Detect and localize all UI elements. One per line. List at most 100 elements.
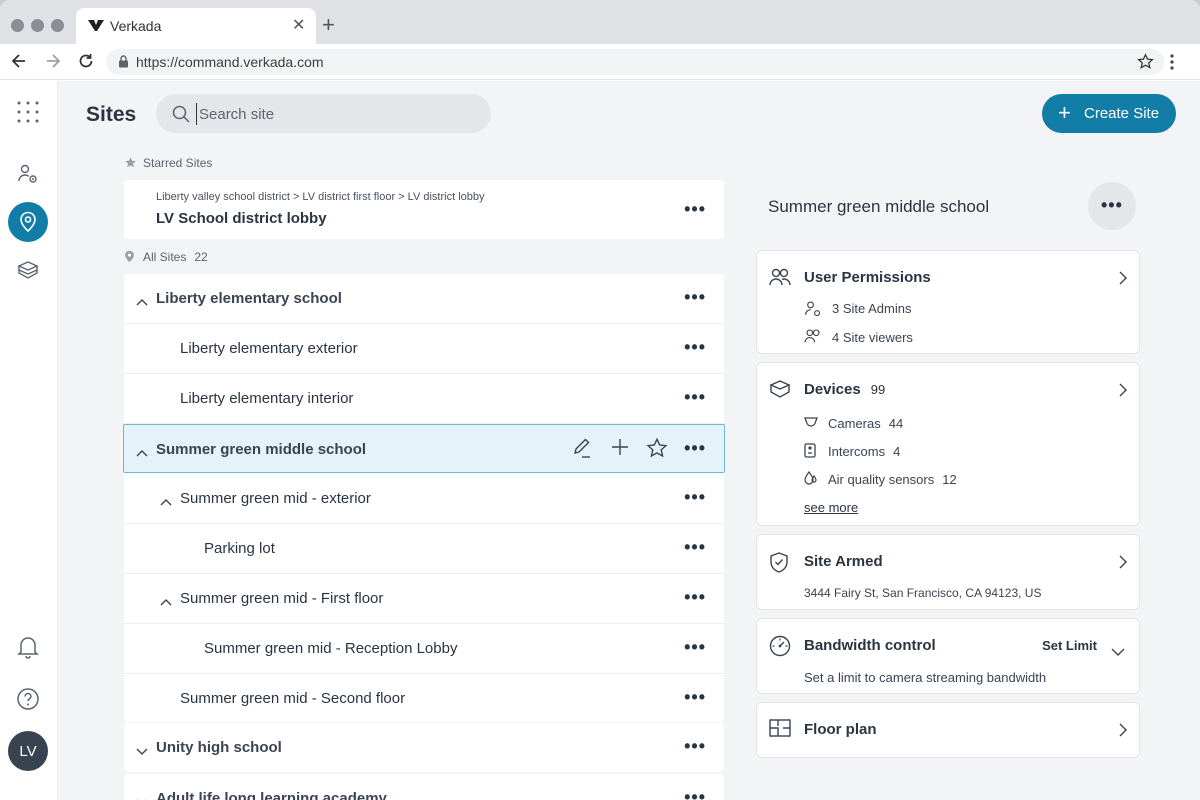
more-options-icon[interactable]: ••• [684, 688, 706, 706]
window-minimize-dot[interactable] [31, 19, 44, 32]
chevron-right-icon[interactable] [1119, 271, 1127, 290]
new-tab-icon[interactable]: + [322, 14, 335, 36]
browser-tab[interactable]: Verkada ✕ [76, 8, 316, 44]
reload-icon[interactable] [77, 52, 95, 75]
site-name: Parking lot [204, 540, 275, 557]
help-icon[interactable] [8, 679, 48, 719]
plus-icon: + [1058, 100, 1071, 125]
more-options-icon[interactable]: ••• [684, 338, 706, 356]
viewers-icon [804, 328, 822, 349]
bookmark-star-icon[interactable] [1137, 53, 1154, 75]
cameras-text[interactable]: Cameras 44 [828, 416, 903, 431]
forward-icon[interactable] [44, 52, 62, 75]
chevron-up-icon[interactable] [136, 293, 148, 311]
back-icon[interactable] [10, 52, 28, 75]
site-viewers-text[interactable]: 4 Site viewers [832, 330, 913, 345]
notification-bell-icon[interactable] [8, 627, 48, 667]
all-sites-count: 22 [194, 250, 208, 264]
more-options-icon[interactable]: ••• [684, 538, 706, 556]
more-options-icon[interactable]: ••• [684, 388, 706, 406]
add-child-plus-icon[interactable] [610, 437, 630, 462]
chevron-down-icon[interactable] [136, 743, 148, 761]
site-name: Unity high school [156, 739, 282, 756]
more-options-icon[interactable]: ••• [684, 638, 706, 656]
address-bar: https://command.verkada.com [0, 44, 1200, 80]
tab-close-icon[interactable]: ✕ [292, 15, 305, 35]
more-options-icon[interactable]: ••• [684, 788, 706, 800]
app-grid-icon[interactable] [8, 92, 48, 132]
sites-location-icon[interactable] [8, 202, 48, 242]
site-row[interactable]: Parking lot ••• [124, 524, 724, 574]
browser-menu-icon[interactable] [1170, 54, 1174, 75]
chevron-right-icon[interactable] [1119, 723, 1127, 742]
site-row[interactable]: Liberty elementary school ••• [124, 274, 724, 324]
more-options-icon[interactable]: ••• [684, 200, 706, 218]
starred-site-card[interactable]: Liberty valley school district > LV dist… [124, 180, 724, 239]
shield-check-icon [769, 551, 789, 578]
site-armed-card[interactable]: Site Armed 3444 Fairy St, San Francisco,… [756, 534, 1140, 610]
starred-site-name: LV School district lobby [156, 210, 327, 227]
window-close-dot[interactable] [11, 19, 24, 32]
url-bar[interactable]: https://command.verkada.com [106, 49, 1164, 75]
site-row[interactable]: Summer green mid - First floor ••• [124, 574, 724, 624]
site-row[interactable]: Adult life long learning academy ••• [124, 774, 724, 800]
starred-breadcrumb: Liberty valley school district > LV dist… [156, 191, 485, 203]
site-address: 3444 Fairy St, San Francisco, CA 94123, … [804, 586, 1042, 600]
site-admins-text[interactable]: 3 Site Admins [832, 301, 912, 316]
chevron-down-icon[interactable] [1111, 643, 1125, 661]
search-box[interactable] [156, 94, 491, 133]
detail-more-button[interactable]: ••• [1088, 182, 1136, 230]
site-row[interactable]: Unity high school ••• [124, 723, 724, 772]
star-icon [125, 157, 136, 168]
chevron-up-icon[interactable] [160, 493, 172, 511]
star-outline-icon[interactable] [646, 437, 668, 464]
window-maximize-dot[interactable] [51, 19, 64, 32]
site-name: Summer green mid - First floor [180, 590, 384, 607]
search-input[interactable] [196, 103, 476, 125]
search-icon [172, 105, 190, 128]
floor-plan-card[interactable]: Floor plan [756, 702, 1140, 758]
site-name: Summer green mid - exterior [180, 490, 371, 507]
chevron-right-icon[interactable] [1119, 383, 1127, 402]
chevron-up-icon[interactable] [136, 444, 148, 462]
air-quality-icon [804, 470, 818, 491]
devices-box-icon[interactable] [8, 250, 48, 290]
more-options-icon[interactable]: ••• [684, 488, 706, 506]
site-row-selected[interactable]: Summer green middle school ••• [123, 424, 725, 473]
intercom-icon [804, 443, 816, 463]
site-name: Summer green mid - Reception Lobby [204, 640, 458, 657]
card-title: Site Armed [804, 553, 883, 570]
chevron-up-icon[interactable] [160, 593, 172, 611]
chevron-down-icon[interactable] [136, 794, 148, 800]
browser-tabbar: Verkada ✕ + [0, 0, 1200, 44]
users-icon [769, 267, 791, 292]
card-title: Floor plan [804, 721, 877, 738]
see-more-link[interactable]: see more [804, 500, 858, 515]
air-sensors-text[interactable]: Air quality sensors 12 [828, 472, 957, 487]
more-options-icon: ••• [1101, 195, 1123, 215]
site-row[interactable]: Summer green mid - Second floor ••• [124, 674, 724, 724]
user-settings-icon[interactable] [8, 154, 48, 194]
devices-count: 99 [870, 382, 886, 397]
browser-window: Verkada ✕ + https://command.verkada.com [0, 0, 1200, 800]
site-row[interactable]: Summer green mid - Reception Lobby ••• [124, 624, 724, 674]
site-row[interactable]: Liberty elementary exterior ••• [124, 324, 724, 374]
site-row[interactable]: Liberty elementary interior ••• [124, 374, 724, 424]
set-limit-dropdown[interactable]: Set Limit [1042, 638, 1097, 653]
edit-pencil-icon[interactable] [572, 437, 592, 464]
tab-title: Verkada [110, 18, 162, 34]
more-options-icon[interactable]: ••• [684, 737, 706, 755]
site-row[interactable]: Summer green mid - exterior ••• [124, 474, 724, 524]
avatar[interactable]: LV [8, 731, 48, 771]
site-name: Summer green middle school [156, 441, 367, 458]
user-permissions-card[interactable]: User Permissions 3 Site Admins 4 Site vi… [756, 250, 1140, 354]
chevron-right-icon[interactable] [1119, 555, 1127, 574]
more-options-icon[interactable]: ••• [684, 439, 706, 457]
bandwidth-card[interactable]: Bandwidth control Set Limit Set a limit … [756, 618, 1140, 694]
more-options-icon[interactable]: ••• [684, 288, 706, 306]
intercoms-text[interactable]: Intercoms 4 [828, 444, 900, 459]
devices-card[interactable]: Devices 99 Cameras 44 Intercoms 4 Air quali… [756, 362, 1140, 526]
camera-icon [804, 416, 818, 434]
more-options-icon[interactable]: ••• [684, 588, 706, 606]
create-site-button[interactable]: + Create Site [1042, 94, 1176, 133]
